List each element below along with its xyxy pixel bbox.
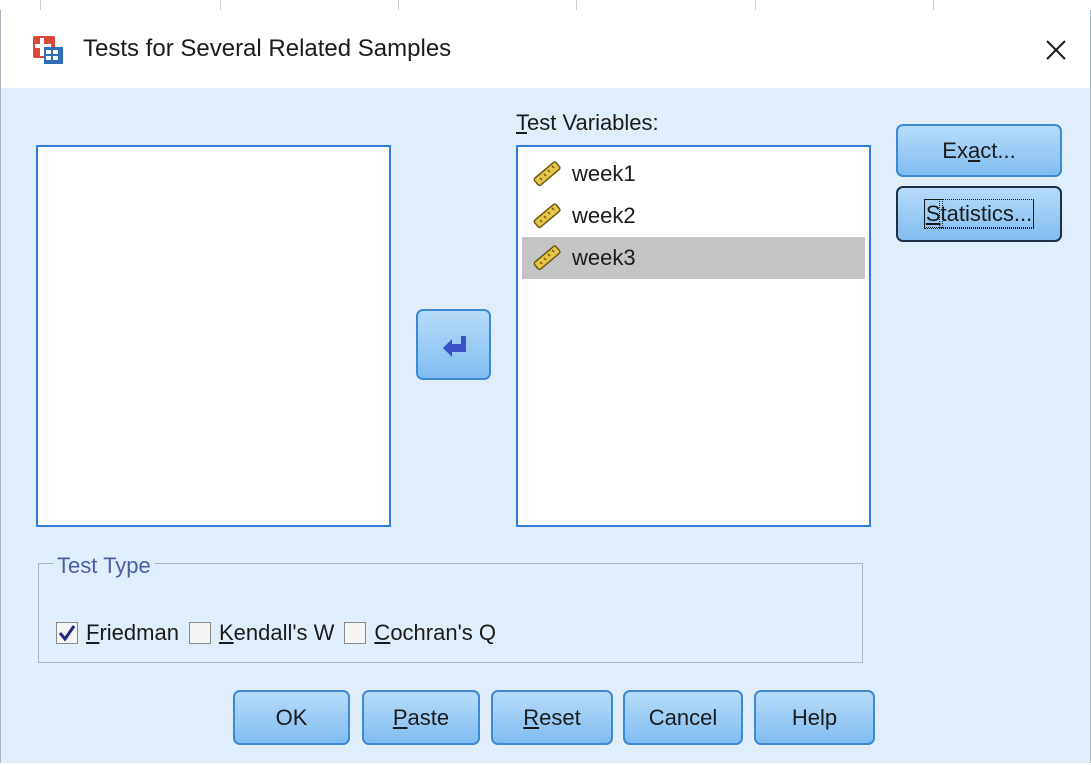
paste-button[interactable]: Paste (362, 690, 480, 745)
kendalls-w-checkbox[interactable] (188, 622, 211, 644)
ok-button[interactable]: OK (233, 690, 350, 745)
test-type-options: Friedman Kendall's W Cochran's Q (56, 620, 506, 646)
cancel-button[interactable]: Cancel (623, 690, 743, 745)
close-icon (1046, 40, 1066, 60)
scale-ruler-icon (533, 245, 561, 271)
variable-name: week1 (572, 161, 636, 186)
scale-ruler-icon (533, 161, 561, 187)
list-item-week2[interactable]: week2 (522, 195, 865, 237)
cochrans-q-checkbox[interactable] (344, 622, 367, 644)
variable-name: week2 (572, 203, 636, 228)
title-bar: Tests for Several Related Samples (1, 10, 1090, 88)
friedman-label[interactable]: Friedman (86, 620, 179, 646)
source-variable-list[interactable] (36, 145, 391, 527)
move-variable-button[interactable] (416, 309, 491, 380)
spss-app-icon (33, 36, 63, 64)
reset-button[interactable]: Reset (491, 690, 613, 745)
cochrans-q-label[interactable]: Cochran's Q (374, 620, 496, 646)
test-variables-list[interactable]: week1 week2 week3 (516, 145, 871, 527)
variable-name: week3 (572, 245, 636, 270)
scale-ruler-icon (533, 203, 561, 229)
dialog-title: Tests for Several Related Samples (83, 35, 452, 62)
statistics-button[interactable]: Statistics... (896, 186, 1062, 242)
list-item-week1[interactable]: week1 (522, 153, 865, 195)
exact-button[interactable]: Ex a ct... (896, 124, 1062, 177)
kendalls-w-label[interactable]: Kendall's W (219, 620, 334, 646)
test-type-legend: Test Type (54, 553, 154, 579)
test-variables-label: Test Variables: (516, 110, 659, 135)
test-type-group (38, 563, 863, 663)
checkmark-icon (58, 625, 76, 642)
left-arrow-icon (442, 335, 466, 357)
friedman-checkbox[interactable] (56, 622, 78, 644)
help-button[interactable]: Help (754, 690, 875, 745)
close-button[interactable] (1034, 28, 1078, 72)
list-item-week3[interactable]: week3 (522, 237, 865, 279)
